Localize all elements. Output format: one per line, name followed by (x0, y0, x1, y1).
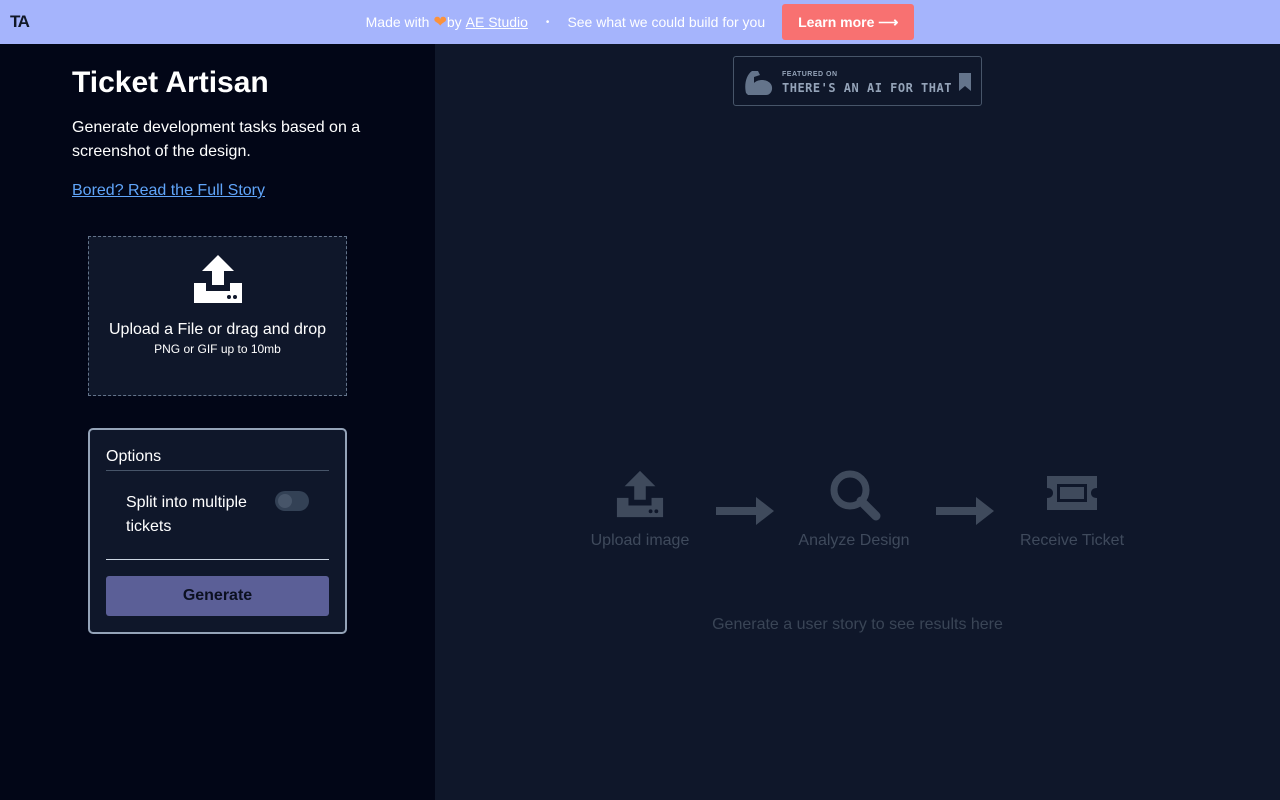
ticket-icon (1045, 474, 1099, 517)
upload-icon (615, 469, 665, 524)
promo-banner: TA Made with ❤ by AE Studio • See what w… (0, 0, 1280, 44)
magnifier-icon (828, 468, 882, 527)
by-text: by (446, 14, 462, 30)
upload-hint: PNG or GIF up to 10mb (154, 342, 281, 356)
arrow-right-icon (936, 495, 994, 532)
step-upload-label: Upload image (590, 532, 690, 549)
split-tickets-label: Split into multiple tickets (126, 494, 247, 535)
app-logo[interactable]: TA (10, 12, 30, 32)
step-receive-label: Receive Ticket (1019, 532, 1125, 549)
learn-more-button[interactable]: Learn more ⟶ (782, 4, 915, 40)
options-panel: Options Split into multiple tickets Gene… (88, 428, 347, 634)
upload-dropzone[interactable]: Upload a File or drag and drop PNG or GI… (88, 236, 347, 396)
upload-text: Upload a File or drag and drop (108, 321, 327, 338)
page-subtitle: Generate development tasks based on a sc… (72, 119, 361, 160)
full-story-link[interactable]: Bored? Read the Full Story (72, 182, 265, 200)
sidebar: Ticket Artisan Generate development task… (0, 44, 435, 800)
results-area: FEATURED ON THERE'S AN AI FOR THAT Uploa… (435, 44, 1280, 800)
options-legend: Options (106, 448, 162, 465)
options-divider (106, 470, 329, 471)
badge-small-text: FEATURED ON (782, 71, 838, 78)
arrow-right-icon (716, 495, 774, 532)
generate-button[interactable]: Generate (106, 576, 329, 616)
page-title: Ticket Artisan (72, 66, 269, 99)
featured-badge[interactable]: FEATURED ON THERE'S AN AI FOR THAT (733, 56, 982, 106)
heart-icon: ❤ (433, 14, 447, 31)
bookmark-icon (959, 73, 971, 96)
step-analyze-label: Analyze Design (798, 532, 910, 549)
options-divider-bottom (106, 559, 329, 560)
split-tickets-toggle[interactable] (275, 491, 309, 511)
toggle-knob (278, 494, 292, 508)
banner-separator: • (545, 16, 550, 28)
empty-state-message: Generate a user story to see results her… (712, 616, 1003, 633)
banner-message: Made with ❤ by AE Studio • See what we c… (366, 4, 915, 40)
made-with-text: Made with (365, 14, 430, 30)
banner-tagline: See what we could build for you (567, 14, 766, 30)
ae-studio-link[interactable]: AE Studio (466, 14, 528, 30)
upload-icon (192, 253, 244, 310)
badge-big-text: THERE'S AN AI FOR THAT (782, 81, 952, 95)
flexed-arm-icon (742, 67, 776, 102)
